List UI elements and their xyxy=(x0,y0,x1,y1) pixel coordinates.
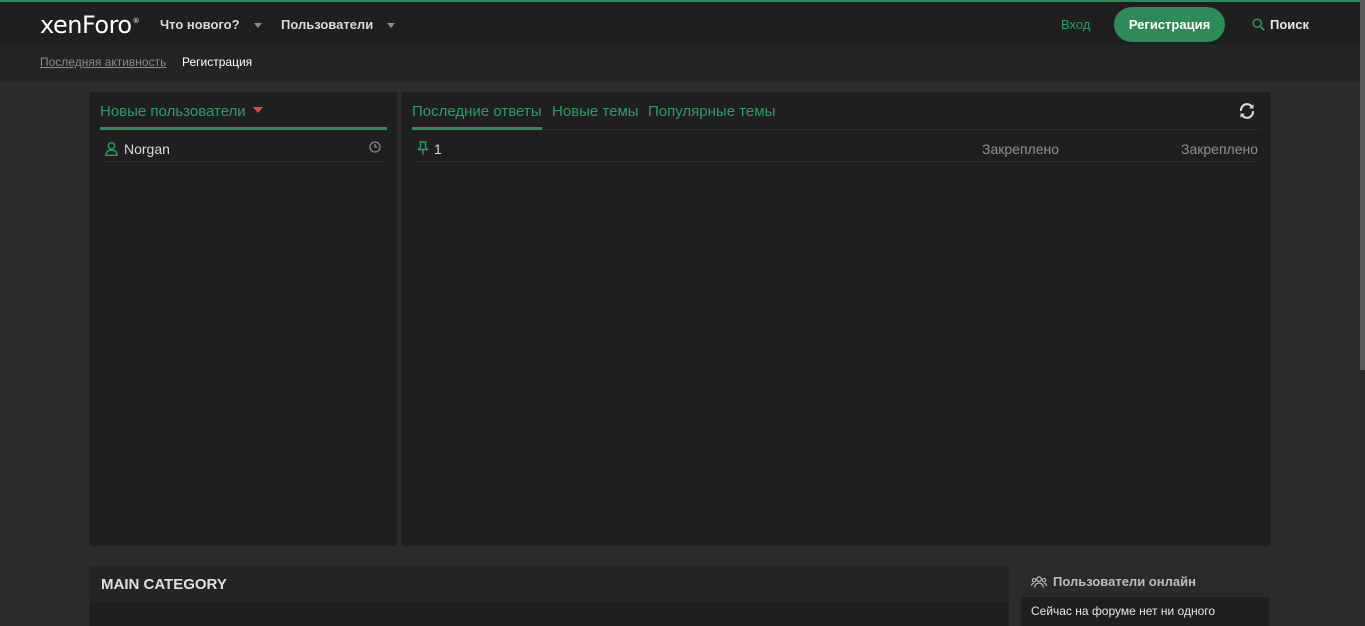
online-users-title[interactable]: Пользователи онлайн xyxy=(1053,574,1196,589)
new-users-header: Новые пользователи xyxy=(100,92,387,130)
logo-registered-mark: ® xyxy=(132,17,140,25)
new-users-panel: Новые пользователи Norgan xyxy=(90,92,397,546)
login-link[interactable]: Вход xyxy=(1061,17,1090,32)
search-label: Поиск xyxy=(1270,17,1310,32)
main-category-block: MAIN CATEGORY xyxy=(90,566,1009,626)
breadcrumb-link-latest-activity[interactable]: Последняя активность xyxy=(40,55,166,69)
category-header: MAIN CATEGORY xyxy=(90,566,1009,602)
nav-members-label: Пользователи xyxy=(281,17,374,32)
online-users-header: Пользователи онлайн xyxy=(1021,566,1269,597)
thread-status-pinned-secondary: Закреплено xyxy=(1181,141,1258,157)
new-users-title: Новые пользователи xyxy=(100,103,246,120)
active-tab-underline xyxy=(100,127,387,130)
thread-title[interactable]: 1 xyxy=(434,141,442,157)
nav-whats-new[interactable]: Что нового? xyxy=(160,17,262,32)
users-group-icon xyxy=(1031,575,1047,588)
nav-members[interactable]: Пользователи xyxy=(281,17,396,32)
refresh-icon[interactable] xyxy=(1238,102,1256,120)
search-icon xyxy=(1252,18,1265,31)
threads-tabs: Последние ответы Новые темы Популярные т… xyxy=(412,92,1260,130)
active-tab-underline xyxy=(412,127,542,130)
top-navigation-bar: xenForo® Что нового? Пользователи Вход Р… xyxy=(0,0,1365,45)
thread-row[interactable]: 1 Закреплено Закреплено xyxy=(412,134,1260,162)
clock-icon xyxy=(369,141,381,153)
chevron-down-icon[interactable] xyxy=(253,23,262,28)
site-logo[interactable]: xenForo® xyxy=(40,11,140,39)
new-users-tab[interactable]: Новые пользователи xyxy=(100,103,263,120)
breadcrumb: Последняя активность Регистрация xyxy=(0,45,1360,81)
online-users-status: Сейчас на форуме нет ни одного xyxy=(1031,604,1216,618)
user-name[interactable]: Norgan xyxy=(124,141,170,157)
user-icon xyxy=(105,142,118,156)
breadcrumb-current: Регистрация xyxy=(182,55,253,69)
tab-popular-threads[interactable]: Популярные темы xyxy=(648,103,775,120)
page-scrollbar[interactable] xyxy=(1360,0,1365,620)
pin-icon xyxy=(417,141,429,155)
nav-whats-new-label: Что нового? xyxy=(160,17,240,32)
tab-new-threads[interactable]: Новые темы xyxy=(552,103,639,120)
register-button[interactable]: Регистрация xyxy=(1114,7,1225,42)
triangle-down-icon[interactable] xyxy=(252,107,263,114)
tab-latest-replies[interactable]: Последние ответы xyxy=(412,103,542,120)
logo-text: xenForo xyxy=(40,11,132,39)
category-title[interactable]: MAIN CATEGORY xyxy=(101,576,227,593)
list-item[interactable]: Norgan xyxy=(100,134,387,162)
chevron-down-icon[interactable] xyxy=(387,23,396,28)
threads-panel: Последние ответы Новые темы Популярные т… xyxy=(402,92,1270,546)
online-users-widget: Пользователи онлайн Сейчас на форуме нет… xyxy=(1021,566,1269,626)
search-link[interactable]: Поиск xyxy=(1252,17,1309,32)
thread-status-pinned: Закреплено xyxy=(982,141,1059,157)
scrollbar-thumb[interactable] xyxy=(1360,0,1365,370)
